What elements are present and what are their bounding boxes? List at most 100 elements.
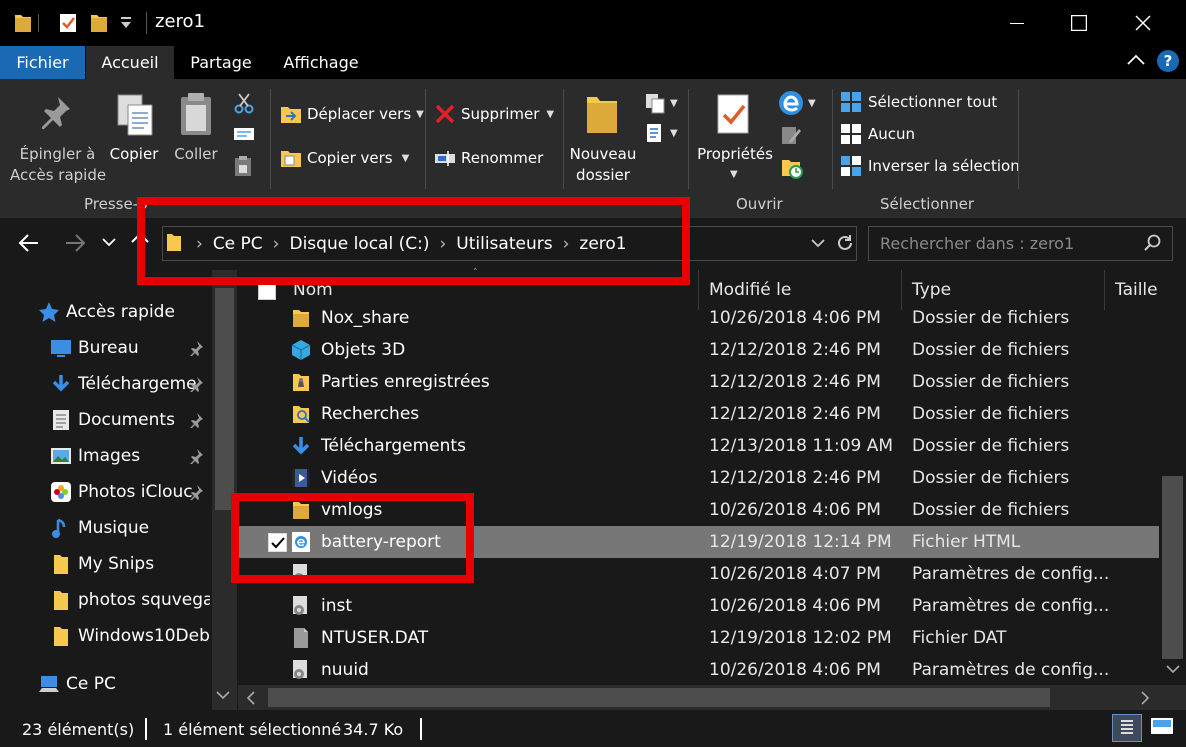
chevron-down-icon[interactable] xyxy=(1166,664,1180,674)
chevron-down-icon: ▼ xyxy=(401,152,410,164)
pin-icon[interactable] xyxy=(188,340,204,356)
pin-icon[interactable] xyxy=(188,448,204,464)
file-type: Dossier de fichiers xyxy=(912,500,1070,520)
sidebar-item-label: Accès rapide xyxy=(66,302,175,322)
chevron-right-icon[interactable] xyxy=(1140,691,1150,705)
file-modified: 12/12/2018 2:46 PM xyxy=(709,404,881,424)
new-folder-button[interactable]: Nouveau dossier xyxy=(568,85,638,195)
copy-to-button[interactable]: Copier vers ▼ xyxy=(280,144,409,172)
tab-fichier[interactable]: Fichier xyxy=(0,46,85,79)
file-row[interactable]: nuuid 10/26/2018 4:06 PM Paramètres de c… xyxy=(238,654,1159,686)
vertical-scrollbar-thumb[interactable] xyxy=(1162,476,1183,659)
move-to-button[interactable]: Déplacer vers ▼ xyxy=(280,100,424,128)
select-all-button[interactable]: Sélectionner tout xyxy=(840,90,997,114)
sidebar-item-photos-icloud[interactable]: Photos iClouc xyxy=(0,476,210,508)
invert-selection-button[interactable]: Inverser la sélection xyxy=(840,154,1020,178)
maximize-button[interactable] xyxy=(1048,0,1110,46)
column-header-modified[interactable]: Modifié le xyxy=(709,280,791,300)
details-view-button[interactable] xyxy=(1112,714,1142,742)
copy-button[interactable]: Copier xyxy=(108,85,160,195)
open-with-button[interactable]: ▼ xyxy=(778,90,816,116)
details-view-icon xyxy=(1121,720,1133,734)
column-header-type[interactable]: Type xyxy=(912,280,951,300)
invert-selection-label: Inverser la sélection xyxy=(868,157,1020,175)
pin-label-line2: Accès rapide xyxy=(10,166,107,184)
search-input[interactable]: Rechercher dans : zero1 xyxy=(880,234,1074,253)
refresh-button[interactable] xyxy=(835,233,855,253)
file-row[interactable]: Téléchargements 12/13/2018 11:09 AM Doss… xyxy=(238,430,1159,462)
paste-button[interactable]: Coller xyxy=(168,85,224,195)
close-button[interactable] xyxy=(1112,0,1174,46)
document-icon xyxy=(53,410,69,430)
paste-shortcut-icon[interactable] xyxy=(233,155,253,177)
pin-quick-access-button[interactable]: Épingler à Accès rapide xyxy=(10,85,107,195)
chevron-down-icon[interactable] xyxy=(216,690,230,700)
file-row[interactable]: Objets 3D 12/12/2018 2:46 PM Dossier de … xyxy=(238,334,1159,366)
sidebar-item-telechargements[interactable]: Téléchargeme xyxy=(0,368,210,400)
sidebar-item-bureau[interactable]: Bureau xyxy=(0,332,210,364)
file-row[interactable]: Nox_share 10/26/2018 4:06 PM Dossier de … xyxy=(238,302,1159,334)
edit-icon[interactable] xyxy=(780,124,802,146)
delete-button[interactable]: Supprimer ▼ xyxy=(434,100,554,128)
file-modified: 12/12/2018 2:46 PM xyxy=(709,340,881,360)
new-item-icon xyxy=(646,94,665,114)
pin-icon xyxy=(40,95,72,131)
cut-icon[interactable] xyxy=(233,92,255,114)
select-none-button[interactable]: Aucun xyxy=(840,122,915,146)
file-row[interactable]: Vidéos 12/12/2018 2:46 PM Dossier de fic… xyxy=(238,462,1159,494)
file-type: Dossier de fichiers xyxy=(912,372,1070,392)
new-folder-label-line1: Nouveau xyxy=(569,145,637,163)
sidebar-item-quick-access[interactable]: Accès rapide xyxy=(0,296,210,328)
customize-toolbar-icon[interactable] xyxy=(120,16,132,30)
back-button[interactable] xyxy=(18,233,40,253)
tab-accueil[interactable]: Accueil xyxy=(86,46,174,79)
minimize-button[interactable] xyxy=(986,0,1048,46)
pin-icon[interactable] xyxy=(188,484,204,500)
column-header-size[interactable]: Taille xyxy=(1115,280,1158,300)
sidebar-item-label: Images xyxy=(78,446,141,466)
help-icon[interactable]: ? xyxy=(1157,50,1179,72)
invert-selection-icon xyxy=(841,156,861,176)
file-row[interactable]: Recherches 12/12/2018 2:46 PM Dossier de… xyxy=(238,398,1159,430)
forward-button[interactable] xyxy=(64,233,86,253)
file-row[interactable]: inst 10/26/2018 4:06 PM Paramètres de co… xyxy=(238,590,1159,622)
item-count: 23 élément(s) xyxy=(22,720,135,739)
file-type: Dossier de fichiers xyxy=(912,340,1070,360)
sidebar-item-photos-sauvegarde[interactable]: photos squvegai xyxy=(0,584,210,616)
new-folder-quick-icon[interactable] xyxy=(90,12,108,34)
history-icon[interactable] xyxy=(780,156,804,180)
large-icons-view-button[interactable] xyxy=(1150,716,1174,738)
new-item-button[interactable]: ▼ xyxy=(644,92,678,114)
chevron-down-icon: ▼ xyxy=(808,97,816,109)
search-icon[interactable] xyxy=(1143,234,1161,252)
sidebar-item-documents[interactable]: Documents xyxy=(0,404,210,436)
file-row[interactable]: NTUSER.DAT 12/19/2018 12:02 PM Fichier D… xyxy=(238,622,1159,654)
video-icon xyxy=(292,469,310,487)
recent-locations-button[interactable] xyxy=(102,237,116,247)
file-modified: 10/26/2018 4:07 PM xyxy=(709,564,881,584)
properties-quick-icon[interactable] xyxy=(58,12,78,34)
chevron-down-icon: ▼ xyxy=(730,169,738,180)
tab-affichage[interactable]: Affichage xyxy=(272,46,370,79)
sidebar-item-windows10debloater[interactable]: Windows10Debl xyxy=(0,620,210,652)
tab-partage[interactable]: Partage xyxy=(180,46,262,79)
sidebar-scrollbar-thumb[interactable] xyxy=(215,288,234,510)
pin-icon[interactable] xyxy=(188,412,204,428)
collapse-ribbon-icon[interactable] xyxy=(1127,54,1145,66)
file-row[interactable]: Parties enregistrées 12/12/2018 2:46 PM … xyxy=(238,366,1159,398)
sidebar-item-musique[interactable]: Musique xyxy=(0,512,210,544)
file-name: NTUSER.DAT xyxy=(321,628,429,648)
chevron-left-icon[interactable] xyxy=(246,691,256,705)
rename-icon xyxy=(435,151,455,166)
sidebar-item-ce-pc[interactable]: Ce PC xyxy=(0,668,210,700)
sidebar-item-images[interactable]: Images xyxy=(0,440,210,472)
address-history-button[interactable] xyxy=(811,238,825,248)
horizontal-scrollbar-thumb[interactable] xyxy=(268,688,1050,707)
properties-button[interactable]: Propriétés ▼ xyxy=(696,85,774,195)
rename-button[interactable]: Renommer xyxy=(434,144,543,172)
copy-path-icon[interactable] xyxy=(233,125,255,143)
folder-icon xyxy=(54,627,68,646)
sidebar-item-my-snips[interactable]: My Snips xyxy=(0,548,210,580)
pin-icon[interactable] xyxy=(188,376,204,392)
easy-access-button[interactable]: ▼ xyxy=(644,122,678,144)
